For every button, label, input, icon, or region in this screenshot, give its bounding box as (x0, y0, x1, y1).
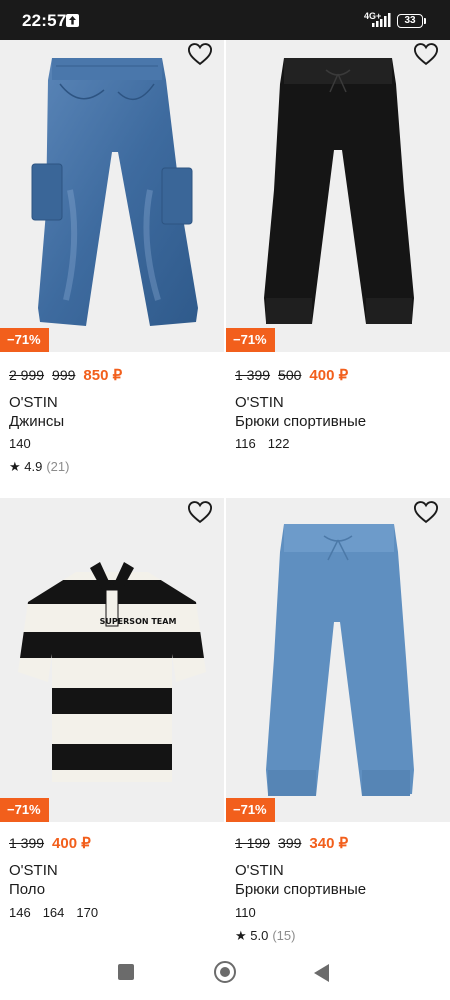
status-bar: 22:57 4G+ 33 (0, 0, 450, 40)
size-option: 122 (267, 436, 290, 451)
price-row: 1 399 400 ₽ (9, 834, 91, 852)
previous-price: 999 (52, 367, 76, 383)
size-option: 140 (9, 436, 31, 451)
old-price: 2 999 (9, 367, 45, 383)
jeans-image (31, 58, 198, 326)
system-navigation-bar (0, 946, 450, 1000)
current-price: 400 ₽ (52, 835, 91, 852)
old-price: 1 399 (9, 835, 45, 851)
battery-icon: 33 (397, 14, 423, 28)
price-row: 1 399 500 400 ₽ (235, 366, 348, 384)
current-price: 850 ₽ (83, 367, 123, 384)
rating: ★ 4.9 (21) (9, 459, 69, 475)
product-card-joggers-black[interactable]: −71% 1 399 500 400 ₽ O'STIN Брюки спортивн… (226, 40, 450, 480)
battery-tip (424, 18, 426, 24)
old-price: 1 199 (235, 835, 271, 851)
upload-notification-icon (66, 14, 79, 27)
brand-name: O'STIN (235, 394, 284, 411)
black-joggers-image (264, 58, 414, 324)
price-row: 2 999 999 850 ₽ (9, 366, 122, 384)
product-photo[interactable]: −71% (226, 40, 450, 352)
recent-apps-square-icon[interactable] (118, 964, 134, 980)
favorite-heart-icon[interactable] (412, 40, 440, 68)
polo-print: SUPERSON TEAM (100, 617, 177, 626)
size-list: 140 (9, 436, 43, 451)
size-option: 146 (9, 905, 31, 920)
back-triangle-icon[interactable] (313, 963, 331, 983)
product-card-polo[interactable]: SUPERSON TEAM −71% 1 399 400 ₽ O'STIN Пол… (0, 498, 224, 938)
product-card-joggers-blue[interactable]: −71% 1 199 399 340 ₽ O'STIN Брюки спортивн… (226, 498, 450, 943)
previous-price: 500 (278, 367, 302, 383)
size-list: 110 (235, 905, 268, 920)
review-count: (15) (272, 928, 296, 943)
favorite-heart-icon[interactable] (186, 40, 214, 68)
blue-joggers-image (266, 524, 414, 796)
discount-badge: −71% (226, 328, 275, 352)
product-name: Брюки спортивные (235, 413, 367, 430)
size-option: 170 (76, 905, 99, 920)
rating: ★ 5.0 (15) (235, 928, 295, 944)
old-price: 1 399 (235, 367, 271, 383)
discount-badge: −71% (0, 328, 49, 352)
product-name: Поло (9, 881, 46, 898)
rating-value: ★ 5.0 (235, 928, 269, 943)
price-row: 1 199 399 340 ₽ (235, 834, 348, 852)
product-name: Джинсы (9, 413, 65, 430)
brand-name: O'STIN (9, 394, 58, 411)
size-list: 146 164 170 (9, 905, 110, 920)
discount-badge: −71% (226, 798, 275, 822)
status-time: 22:57 (22, 11, 67, 30)
current-price: 340 ₽ (309, 835, 349, 852)
brand-name: O'STIN (235, 862, 284, 879)
product-photo[interactable]: −71% (0, 40, 224, 352)
size-option: 164 (42, 905, 65, 920)
product-photo[interactable]: SUPERSON TEAM −71% (0, 498, 224, 822)
home-circle-icon[interactable] (214, 961, 236, 983)
product-card-jeans[interactable]: −71% 2 999 999 850 ₽ O'STIN Джинсы 140 ★ 4… (0, 40, 224, 480)
size-option: 116 (235, 436, 256, 451)
product-photo[interactable]: −71% (226, 498, 450, 822)
polo-image: SUPERSON TEAM (18, 562, 206, 782)
product-name: Брюки спортивные (235, 881, 367, 898)
brand-name: O'STIN (9, 862, 58, 879)
rating-value: ★ 4.9 (9, 459, 43, 474)
discount-badge: −71% (0, 798, 49, 822)
favorite-heart-icon[interactable] (412, 498, 440, 526)
previous-price: 399 (278, 835, 302, 851)
size-option: 110 (235, 905, 256, 920)
signal-icon (372, 13, 391, 27)
current-price: 400 ₽ (309, 367, 349, 384)
size-list: 116 122 (235, 436, 301, 451)
favorite-heart-icon[interactable] (186, 498, 214, 526)
review-count: (21) (46, 459, 70, 474)
